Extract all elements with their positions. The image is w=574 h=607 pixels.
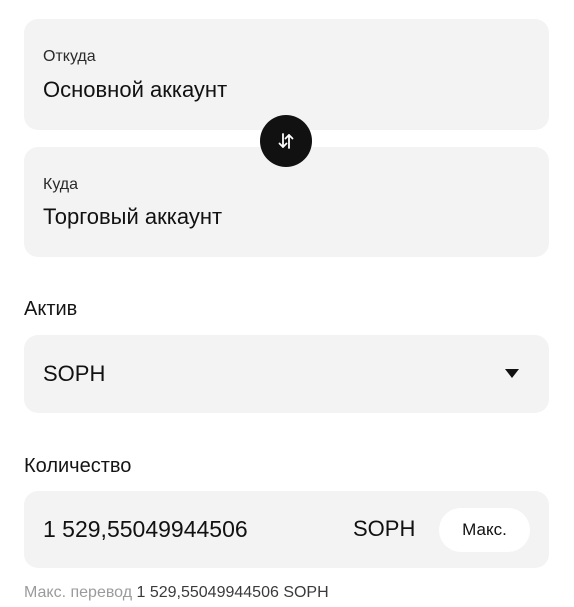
from-label: Откуда <box>43 48 96 65</box>
max-transfer-hint: Макс. перевод 1 529,55049944506 SOPH <box>24 585 329 601</box>
swap-vertical-arrows-icon <box>275 130 297 152</box>
quantity-label: Количество <box>24 455 132 477</box>
asset-selected-value: SOPH <box>43 361 106 386</box>
chevron-down-icon <box>505 369 519 378</box>
max-button[interactable]: Макс. <box>439 508 530 552</box>
from-account-field[interactable]: Откуда Основной аккаунт <box>24 19 549 130</box>
asset-label: Актив <box>24 298 78 320</box>
swap-accounts-button[interactable] <box>260 115 312 167</box>
to-account-value: Торговый аккаунт <box>43 204 223 229</box>
max-transfer-value: 1 529,55049944506 SOPH <box>136 584 329 601</box>
from-account-value: Основной аккаунт <box>43 77 228 102</box>
max-transfer-label: Макс. перевод <box>24 584 133 601</box>
quantity-input[interactable]: 1 529,55049944506 SOPH Макс. <box>24 491 549 568</box>
to-label: Куда <box>43 176 79 193</box>
quantity-value: 1 529,55049944506 <box>43 516 248 542</box>
asset-select[interactable]: SOPH <box>24 335 549 413</box>
quantity-unit: SOPH <box>353 516 416 541</box>
